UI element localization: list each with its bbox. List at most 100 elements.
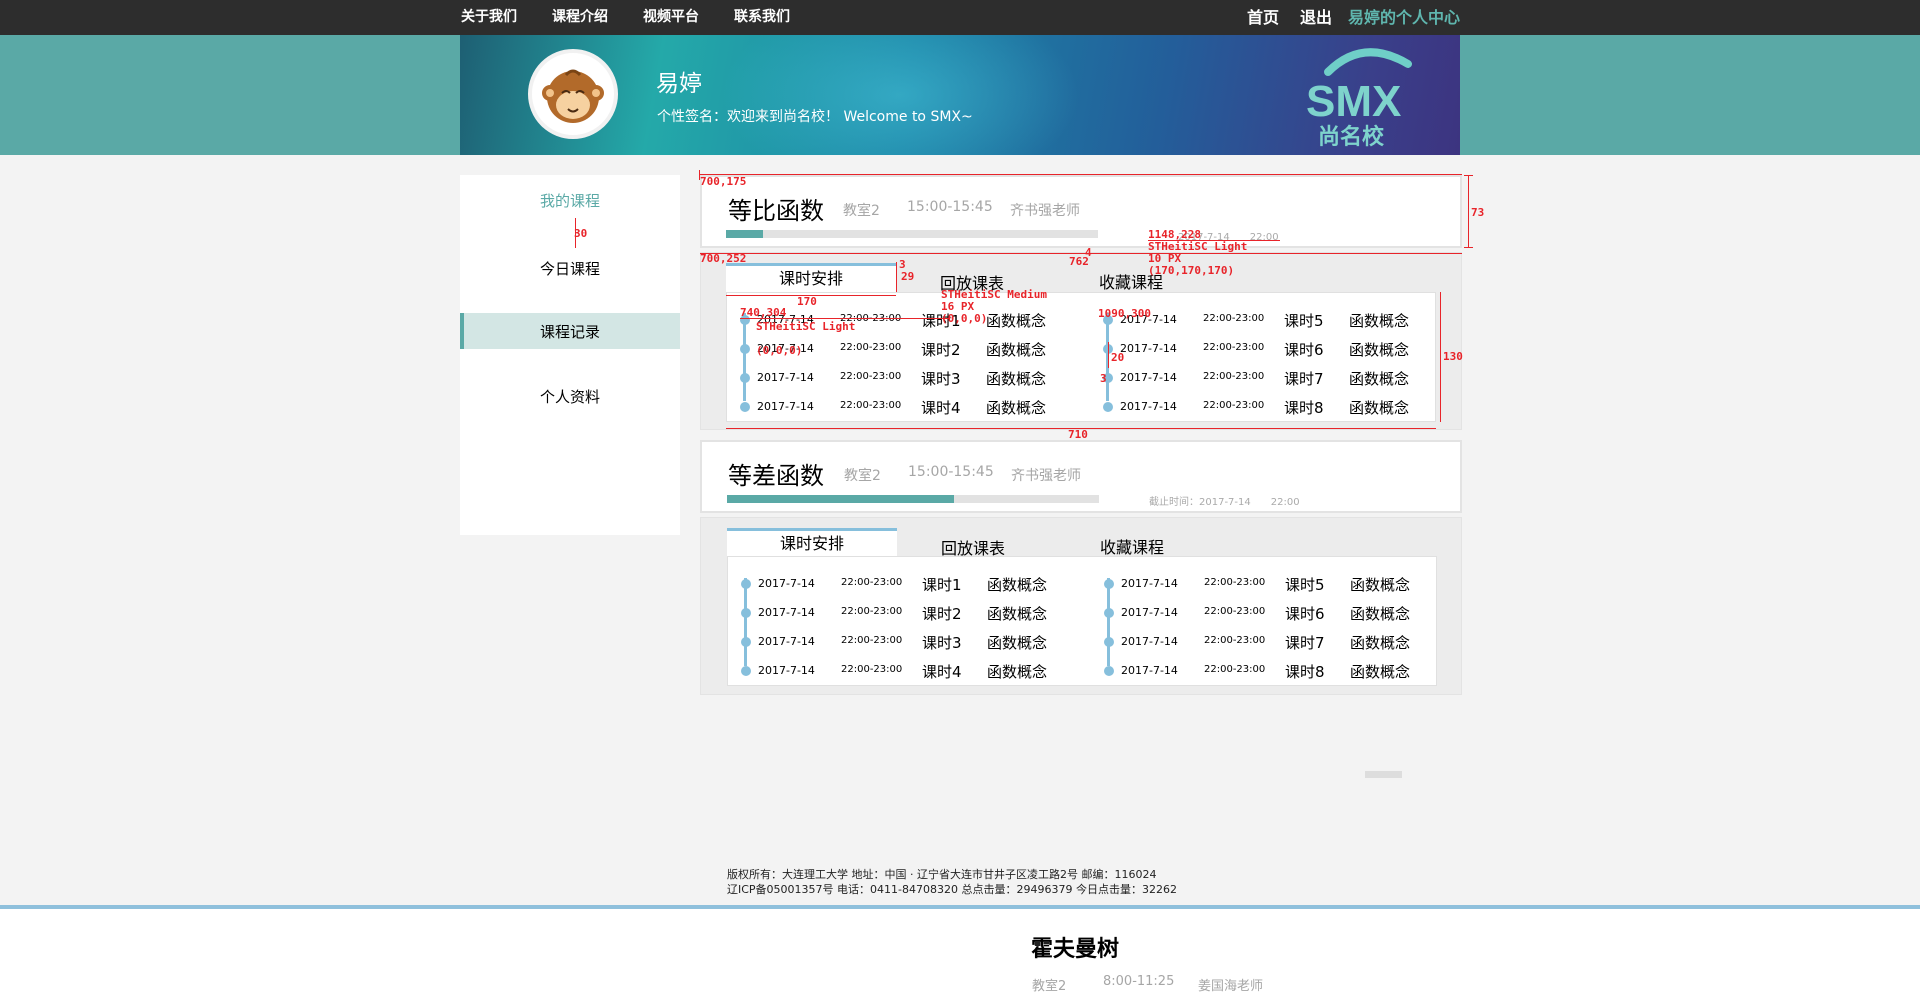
lesson-time: 22:00-23:00 [840, 342, 902, 353]
annotation-line [1440, 292, 1441, 422]
avatar[interactable] [528, 49, 618, 139]
logo-text: SMX [1306, 77, 1401, 126]
lesson-name[interactable]: 课时7 [1284, 368, 1324, 389]
lesson-list [726, 292, 1436, 422]
lesson-name[interactable]: 课时4 [922, 661, 962, 682]
lesson-date: 2017-7-14 [757, 400, 814, 413]
deadline-text: 截止时间：2017-7-14 22:00 [1149, 497, 1300, 508]
lesson-time: 22:00-23:00 [840, 400, 902, 411]
lesson-date: 2017-7-14 [1120, 371, 1177, 384]
lesson-topic: 函数概念 [987, 605, 1048, 623]
lesson-time: 22:00-23:00 [840, 371, 902, 382]
lesson-name[interactable]: 课时8 [1284, 397, 1324, 418]
lesson-name[interactable]: 课时4 [921, 397, 961, 418]
next-course-time: 8:00-11:25 [1103, 974, 1175, 989]
smx-logo[interactable]: SMX 尚名校 [1298, 44, 1428, 150]
lesson-topic: 函数概念 [1350, 634, 1411, 652]
nav-courses[interactable]: 课程介绍 [552, 0, 608, 35]
scroll-indicator[interactable] [1365, 771, 1402, 778]
lesson-topic: 函数概念 [987, 634, 1048, 652]
lesson-time: 22:00-23:00 [1203, 313, 1265, 324]
progress-fill [727, 495, 954, 503]
lesson-name[interactable]: 课时1 [922, 574, 962, 595]
lesson-name[interactable]: 课时3 [921, 368, 961, 389]
timeline [743, 313, 746, 401]
next-course-area [0, 909, 1920, 1000]
lesson-name[interactable]: 课时3 [922, 632, 962, 653]
next-course-title[interactable]: 霍夫曼树 [1031, 931, 1119, 963]
lesson-name[interactable]: 课时7 [1285, 632, 1325, 653]
nav-video[interactable]: 视频平台 [643, 0, 699, 35]
timeline-dot [741, 666, 751, 676]
lesson-topic: 函数概念 [986, 312, 1047, 330]
lesson-name[interactable]: 课时2 [922, 603, 962, 624]
lesson-date: 2017-7-14 [758, 664, 815, 677]
next-course-teacher: 姜国海老师 [1198, 979, 1264, 994]
nav-logout[interactable]: 退出 [1300, 0, 1332, 35]
sidebar-item-profile[interactable]: 个人资料 [460, 386, 680, 407]
timeline-dot [740, 373, 750, 383]
timeline-dot [741, 608, 751, 618]
lesson-topic: 函数概念 [1349, 399, 1410, 417]
lesson-name[interactable]: 课时5 [1284, 310, 1324, 331]
lesson-time: 22:00-23:00 [1203, 400, 1265, 411]
annotation-dim: 170 [797, 295, 817, 308]
lesson-name[interactable]: 课时6 [1284, 339, 1324, 360]
timeline-dot [740, 402, 750, 412]
sidebar-item-my-courses[interactable]: 我的课程 [460, 190, 680, 211]
lesson-name[interactable]: 课时6 [1285, 603, 1325, 624]
course-room: 教室2 [843, 203, 880, 219]
lesson-name[interactable]: 课时5 [1285, 574, 1325, 595]
sidebar-item-records[interactable]: 课程记录 [460, 321, 680, 342]
nav-personal-center[interactable]: 易婷的个人中心 [1348, 0, 1460, 35]
timeline-dot [1103, 402, 1113, 412]
annotation-coord: 700,252 [700, 252, 747, 265]
sidebar-item-today[interactable]: 今日课程 [460, 258, 680, 279]
annotation-font-color: (170,170,170) [1148, 264, 1235, 277]
lesson-date: 2017-7-14 [1121, 577, 1178, 590]
lesson-time: 22:00-23:00 [1204, 635, 1266, 646]
course-title[interactable]: 等差函数 [728, 456, 824, 491]
lesson-name[interactable]: 课时8 [1285, 661, 1325, 682]
progress-bar [726, 230, 1098, 238]
course-time: 15:00-15:45 [907, 199, 993, 215]
course-teacher: 齐书强老师 [1011, 468, 1081, 484]
annotation-dim: 710 [1068, 428, 1088, 441]
lesson-name[interactable]: 课时2 [921, 339, 961, 360]
annotation-dim: 20 [1111, 351, 1125, 364]
annotation-dim: 73 [1471, 206, 1485, 219]
progress-fill [726, 230, 764, 238]
course-title[interactable]: 等比函数 [728, 191, 824, 226]
timeline-dot [741, 637, 751, 647]
lesson-topic: 函数概念 [986, 399, 1047, 417]
lesson-time: 22:00-23:00 [1203, 371, 1265, 382]
tab-favorites[interactable]: 收藏课程 [1100, 534, 1164, 558]
footer-icp: 辽ICP备05001357号 电话：0411-84708320 总点击量：294… [727, 883, 1177, 896]
annotation-line [896, 262, 897, 292]
annotation-line [700, 174, 1462, 175]
lesson-time: 22:00-23:00 [1204, 606, 1266, 617]
annotation-coord: 700,175 [700, 175, 747, 188]
nav-about[interactable]: 关于我们 [461, 0, 517, 35]
lesson-topic: 函数概念 [1350, 663, 1411, 681]
tab-schedule[interactable]: 课时安排 [726, 263, 896, 292]
lesson-date: 2017-7-14 [758, 635, 815, 648]
timeline-dot [1104, 579, 1114, 589]
annotation-line [1108, 342, 1109, 368]
timeline-dot [1104, 608, 1114, 618]
lesson-date: 2017-7-14 [758, 577, 815, 590]
timeline-dot [741, 579, 751, 589]
lesson-topic: 函数概念 [1349, 312, 1410, 330]
monkey-avatar-icon [542, 69, 604, 123]
annotation-line [1464, 175, 1473, 176]
annotation-font: STHeitiSC Light [756, 320, 856, 333]
lesson-time: 22:00-23:00 [841, 577, 903, 588]
sidebar [460, 175, 680, 535]
annotation-dim: 3 [1100, 372, 1107, 385]
annotation-line [575, 218, 576, 248]
lesson-list [727, 556, 1437, 686]
tab-schedule[interactable]: 课时安排 [727, 528, 897, 557]
lesson-time: 22:00-23:00 [841, 635, 903, 646]
nav-contact[interactable]: 联系我们 [734, 0, 790, 35]
nav-home[interactable]: 首页 [1247, 0, 1279, 35]
